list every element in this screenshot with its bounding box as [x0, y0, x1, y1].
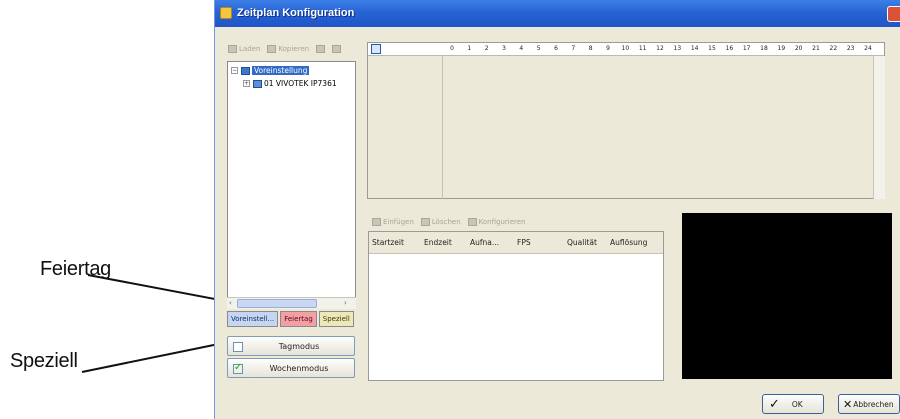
- copy-icon: [267, 45, 277, 53]
- hour-label: 1: [467, 45, 472, 52]
- hour-label: 12: [656, 45, 664, 52]
- tree-toolbar: Laden Kopieren: [228, 45, 342, 53]
- expand-icon[interactable]: +: [243, 80, 250, 87]
- column-recording[interactable]: Aufna...: [470, 238, 499, 247]
- insert-button[interactable]: Einfügen: [372, 218, 414, 226]
- delete-icon: [420, 218, 430, 226]
- hour-label: 10: [621, 45, 630, 52]
- hour-label: 0: [450, 45, 454, 52]
- paste-button[interactable]: [316, 45, 326, 53]
- hour-label: 20: [794, 45, 803, 52]
- video-preview: [682, 213, 892, 379]
- hour-label: 7: [571, 45, 576, 52]
- hour-label: 22: [829, 45, 838, 52]
- hour-label: 14: [690, 45, 699, 52]
- paste-icon: [316, 45, 326, 53]
- hour-label: 15: [708, 45, 716, 52]
- insert-icon: [372, 218, 381, 226]
- hour-label: 13: [673, 45, 682, 52]
- tab-special[interactable]: Speziell: [318, 311, 354, 327]
- save-button[interactable]: [332, 45, 342, 53]
- collapse-icon[interactable]: −: [231, 67, 238, 74]
- hour-label: 21: [812, 45, 820, 52]
- hour-label: 11: [638, 45, 647, 52]
- tree-item-label: 01 VIVOTEK IP7361: [264, 79, 337, 88]
- tree-item-preset[interactable]: − Voreinstellung: [231, 66, 310, 75]
- hour-ruler: 0 1 2 3 4 5 6 7 8 9 10 11 12 13 14 15 16 17 18 19 20 21 22 23 24: [368, 43, 884, 56]
- close-button[interactable]: [887, 6, 900, 22]
- column-fps[interactable]: FPS: [517, 238, 531, 247]
- window-title: Zeitplan Konfiguration: [237, 7, 355, 19]
- load-button[interactable]: Laden: [228, 45, 260, 53]
- tab-preset[interactable]: Voreinstell...: [227, 311, 279, 327]
- scroll-left-icon[interactable]: ‹: [229, 299, 232, 307]
- hour-label: 18: [760, 45, 768, 52]
- delete-button[interactable]: Löschen: [420, 218, 461, 226]
- app-icon: [220, 7, 232, 19]
- tree-item-camera[interactable]: + 01 VIVOTEK IP7361: [243, 79, 337, 88]
- hour-label: 8: [588, 45, 593, 52]
- preset-icon: [241, 66, 250, 75]
- tree-horizontal-scrollbar[interactable]: ‹ ›: [227, 297, 356, 309]
- cancel-button[interactable]: ✕ Abbrechen: [838, 394, 900, 414]
- scroll-thumb[interactable]: [237, 299, 317, 308]
- schedule-vertical-scrollbar[interactable]: [873, 56, 885, 199]
- week-mode-label: Wochenmodus: [269, 364, 329, 373]
- camera-icon: [253, 79, 262, 88]
- grid-divider: [442, 56, 443, 199]
- tree-item-label: Voreinstellung: [252, 66, 310, 75]
- calendar-icon[interactable]: [371, 44, 381, 54]
- hour-label: 2: [484, 45, 489, 52]
- cancel-x-icon: ✕: [843, 397, 853, 411]
- ok-button[interactable]: ✓ OK: [762, 394, 824, 414]
- week-mode-button[interactable]: Wochenmodus: [227, 358, 355, 378]
- entry-toolbar: Einfügen Löschen Konfigurieren: [372, 218, 526, 226]
- callout-speziell: Speziell: [10, 350, 78, 372]
- save-icon: [332, 45, 342, 53]
- ok-check-icon: ✓: [769, 396, 780, 412]
- hour-label: 23: [846, 45, 855, 52]
- load-icon: [228, 45, 237, 53]
- column-quality[interactable]: Qualität: [567, 238, 597, 247]
- hour-label: 6: [554, 45, 558, 52]
- hour-label: 17: [742, 45, 751, 52]
- day-mode-checkbox[interactable]: [233, 342, 243, 352]
- list-header: Startzeit Endzeit Aufna... FPS Qualität …: [369, 232, 663, 254]
- day-mode-button[interactable]: Tagmodus: [227, 336, 355, 356]
- title-bar: Zeitplan Konfiguration: [215, 0, 900, 27]
- hour-label: 9: [606, 45, 610, 52]
- hour-label: 5: [536, 45, 541, 52]
- scroll-right-icon[interactable]: ›: [344, 299, 347, 307]
- callout-feiertag: Feiertag: [40, 258, 111, 280]
- schedule-entries-list[interactable]: Startzeit Endzeit Aufna... FPS Qualität …: [368, 231, 664, 381]
- hour-label: 16: [725, 45, 734, 52]
- hour-label: 24: [864, 45, 872, 52]
- tree-tabs: Voreinstell... Feiertag Speziell: [227, 311, 354, 327]
- column-start-time[interactable]: Startzeit: [372, 238, 404, 247]
- copy-button[interactable]: Kopieren: [267, 45, 309, 53]
- camera-tree[interactable]: − Voreinstellung + 01 VIVOTEK IP7361: [227, 61, 356, 309]
- hour-label: 3: [502, 45, 506, 52]
- column-end-time[interactable]: Endzeit: [424, 238, 452, 247]
- configure-button[interactable]: Konfigurieren: [467, 218, 526, 226]
- hour-label: 4: [519, 45, 524, 52]
- column-resolution[interactable]: Auflösung: [610, 238, 647, 247]
- configure-icon: [467, 218, 477, 226]
- schedule-grid[interactable]: 0 1 2 3 4 5 6 7 8 9 10 11 12 13 14 15 16 17 18 19 20 21 22 23 24: [367, 42, 885, 199]
- tab-holiday[interactable]: Feiertag: [280, 311, 317, 327]
- hour-label: 19: [777, 45, 786, 52]
- day-mode-label: Tagmodus: [278, 342, 320, 351]
- week-mode-checkbox[interactable]: [233, 362, 243, 374]
